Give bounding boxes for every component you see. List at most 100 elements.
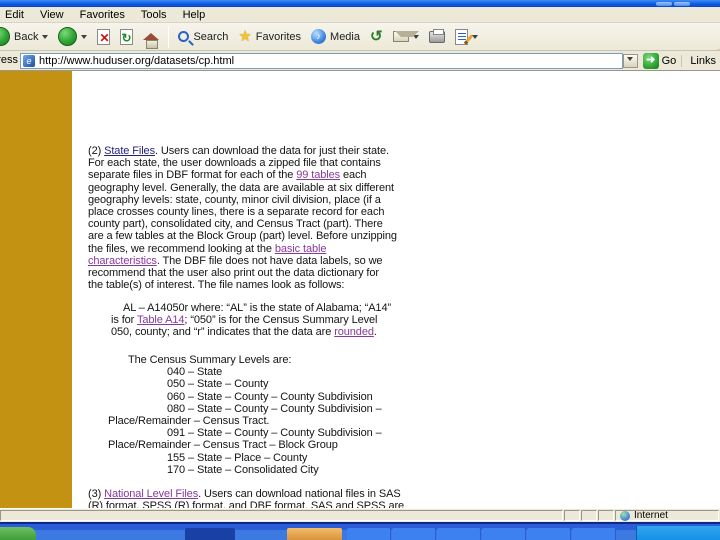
edit-button[interactable] [450,25,483,49]
refresh-icon: ↻ [120,28,134,45]
address-bar: Address e http://www.huduser.org/dataset… [0,51,720,71]
text: county part), consolidated city, and Cen… [88,218,383,231]
link[interactable]: Table A14 [137,314,185,326]
toolbar-separator [168,25,170,48]
text-line: For each state, the user downloads a zip… [88,157,397,169]
text-line: are a few tables at the Block Group (par… [88,230,397,242]
menu-item-tools[interactable]: Tools [133,8,175,22]
text: . Users can download the data for just t… [154,145,389,157]
link[interactable]: National Level Files [104,488,198,500]
zone-label: Internet [634,510,668,521]
taskbar-button[interactable] [287,528,342,540]
security-zone-panel: Internet [615,510,719,521]
text: 155 – State – Place – County [167,451,308,464]
text: the table(s) of interest. The file names… [88,279,345,292]
text: . The DBF file does not have data labels… [156,254,383,267]
menu-item-view[interactable]: View [32,8,72,22]
text-block: The Census Summary Levels are: 040 – Stat… [108,354,382,476]
back-dropdown-icon[interactable] [42,34,49,42]
menu-item-favorites[interactable]: Favorites [72,8,133,22]
page-gold-sidebar [0,71,72,508]
stop-icon: ✕ [97,28,111,45]
taskbar-button[interactable] [482,528,526,540]
search-label: Search [193,30,229,43]
taskbar-button[interactable] [392,528,436,540]
menu-item-help[interactable]: Help [175,8,214,22]
link[interactable]: 99 tables [296,169,340,181]
text-line: 040 – State [108,366,382,378]
text: 060 – State – County – County Subdivisio… [167,390,373,403]
title-bar[interactable] [0,0,720,7]
search-button[interactable]: Search [173,25,233,49]
media-button[interactable]: ♪ Media [306,25,365,49]
text: 050 – State – County [167,378,269,391]
menu-bar: Edit View Favorites Tools Help [0,7,720,23]
link[interactable]: State Files [104,145,155,157]
text: recommend that the user also print out t… [88,266,379,279]
chevron-down-icon [627,57,634,64]
maximize-button[interactable] [674,2,690,6]
text: 050, county; and “r” indicates that the … [111,326,335,339]
history-button[interactable]: ↺ [365,25,388,49]
text-line: Place/Remainder – Census Tract. [108,415,382,427]
taskbar-button[interactable] [527,528,571,540]
text: separate files in DBF format for each of… [88,169,297,182]
mail-button[interactable] [388,25,424,49]
back-label: Back [14,30,39,43]
links-button[interactable]: Links [681,54,720,67]
minimize-button[interactable] [656,2,672,6]
address-dropdown-button[interactable] [622,53,638,68]
text-block: (2) State Files. Users can download the … [88,145,397,291]
text: . Users can download national files in S… [198,488,401,500]
status-panel [598,510,614,521]
text-block: AL – A14050r where: “AL” is the state of… [111,302,391,339]
status-bar: Internet [0,508,720,522]
text-line: The Census Summary Levels are: [108,354,382,366]
taskbar-button[interactable] [347,528,391,540]
forward-dropdown-icon[interactable] [81,34,88,42]
taskbar-button[interactable] [437,528,481,540]
address-input[interactable]: e http://www.huduser.org/datasets/cp.htm… [20,52,623,69]
text: each [340,169,367,182]
text: 040 – State [167,366,223,379]
go-button[interactable]: ➜ Go [638,52,682,69]
forward-icon [58,27,78,46]
link[interactable]: rounded [334,326,374,338]
favorites-button[interactable]: ★ Favorites [233,25,306,49]
text-line: (3) National Level Files. Users can down… [88,488,404,500]
stop-button[interactable]: ✕ [92,25,115,49]
home-button[interactable] [138,25,164,49]
text-line: geography levels: state, county, minor c… [88,194,397,206]
print-button[interactable] [424,25,450,49]
text-line: Place/Remainder – Census Tract – Block G… [108,439,382,451]
search-icon [178,31,190,42]
page-favicon-icon: e [23,54,35,67]
text: ; “050” is for the Census Summary Level [184,314,378,327]
address-url: http://www.huduser.org/datasets/cp.html [39,54,235,67]
status-panel [581,510,597,521]
link[interactable]: basic table [275,243,327,255]
text-line: the table(s) of interest. The file names… [88,279,397,291]
edit-icon [454,28,473,45]
taskbar-button[interactable] [572,528,616,540]
text: . [373,326,377,339]
text: (2) [88,145,105,157]
link[interactable]: characteristics [88,255,157,267]
menu-bar-items: Edit View Favorites Tools Help [0,8,213,22]
system-tray[interactable] [636,526,720,540]
text-line: 050 – State – County [108,378,382,390]
forward-button[interactable] [53,25,92,49]
refresh-button[interactable]: ↻ [115,25,138,49]
text: Place/Remainder – Census Tract – Block G… [108,439,338,452]
favorites-star-icon: ★ [238,28,252,45]
text: The Census Summary Levels are: [128,354,292,366]
taskbar [0,522,720,540]
menu-item-edit[interactable]: Edit [0,8,32,22]
text-line: the files, we recommend looking at the b… [88,243,397,255]
browser-viewport: (2) State Files. Users can download the … [0,71,720,540]
start-button[interactable] [0,527,36,540]
back-button[interactable]: Back [0,25,53,49]
taskbar-button[interactable] [185,528,235,540]
go-label: Go [661,54,677,67]
text-line: 080 – State – County – County Subdivisio… [108,403,382,415]
